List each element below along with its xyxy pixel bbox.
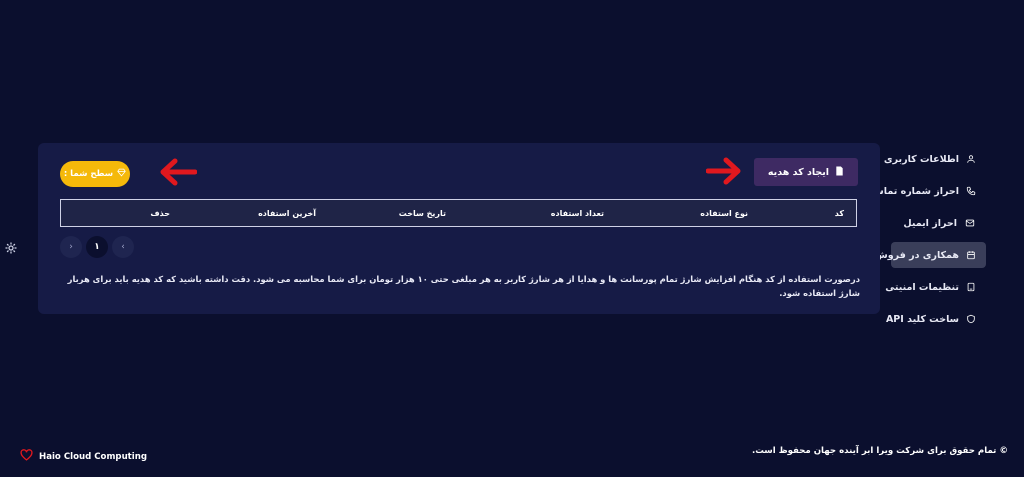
column-header-usage-type: نوع استفاده — [700, 209, 748, 218]
phone-icon — [966, 185, 976, 197]
user-level-label: سطح شما : — [63, 169, 114, 179]
create-gift-code-button[interactable]: ایجاد کد هدیه — [754, 158, 858, 186]
document-icon — [835, 165, 844, 179]
column-header-last-used: آخرین استفاده — [258, 209, 316, 218]
pagination-current-page[interactable]: ۱ — [86, 236, 108, 258]
heart-icon — [20, 449, 33, 464]
sidebar-item-phone-verify[interactable]: احراز شماره تماس — [871, 178, 986, 204]
sidebar-item-affiliate[interactable]: همکاری در فروش — [875, 242, 986, 268]
pagination-prev-button[interactable]: ‹ — [112, 236, 134, 258]
shield-icon — [966, 313, 976, 325]
annotation-arrow-right — [706, 157, 741, 185]
sidebar-item-label: تنظیمات امنیتی — [885, 281, 959, 293]
column-header-created-date: تاریخ ساخت — [398, 209, 446, 218]
sidebar-item-label: احراز شماره تماس — [870, 185, 959, 197]
pagination: › ۱ ‹ — [60, 236, 134, 258]
sidebar-item-api-key[interactable]: ساخت کلید API — [886, 306, 986, 332]
sidebar-item-email-verify[interactable]: احراز ایمیل — [891, 210, 986, 236]
pagination-next-button[interactable]: › — [60, 236, 82, 258]
affiliate-card: ایجاد کد هدیه سطح شما : کد نوع استفاده ت… — [38, 143, 880, 314]
brand-credit: Haio Cloud Computing — [20, 449, 147, 464]
gear-icon[interactable] — [5, 242, 17, 254]
tablet-icon — [966, 281, 976, 293]
sidebar-item-label: احراز ایمیل — [903, 217, 957, 229]
affiliate-note: درصورت استفاده از کد هنگام افزایش شارژ ت… — [67, 274, 860, 298]
copyright-text: © تمام حقوق برای شرکت ویرا ابر آینده جها… — [751, 446, 1008, 456]
gift-codes-table-header: کد نوع استفاده تعداد استفاده تاریخ ساخت … — [60, 199, 857, 227]
sidebar-item-security[interactable]: تنظیمات امنیتی — [885, 274, 986, 300]
mail-icon — [964, 217, 976, 229]
column-header-code: کد — [834, 209, 844, 218]
column-header-delete: حذف — [150, 209, 170, 218]
brand-name: Haio Cloud Computing — [39, 451, 148, 462]
sidebar-item-label: ساخت کلید API — [885, 313, 959, 325]
create-gift-code-label: ایجاد کد هدیه — [767, 166, 830, 178]
user-level-button[interactable]: سطح شما : — [60, 161, 130, 187]
calendar-icon — [966, 249, 976, 261]
sidebar-item-user-info[interactable]: اطلاعات کاربری — [884, 146, 986, 172]
sidebar-item-label: اطلاعات کاربری — [883, 153, 959, 165]
annotation-arrow-left — [160, 158, 197, 186]
user-icon — [966, 153, 976, 165]
sidebar: اطلاعات کاربری احراز شماره تماس احراز ای… — [871, 146, 986, 338]
sidebar-item-label: همکاری در فروش — [874, 249, 959, 261]
diamond-icon — [117, 168, 126, 180]
column-header-usage-count: تعداد استفاده — [550, 209, 604, 218]
